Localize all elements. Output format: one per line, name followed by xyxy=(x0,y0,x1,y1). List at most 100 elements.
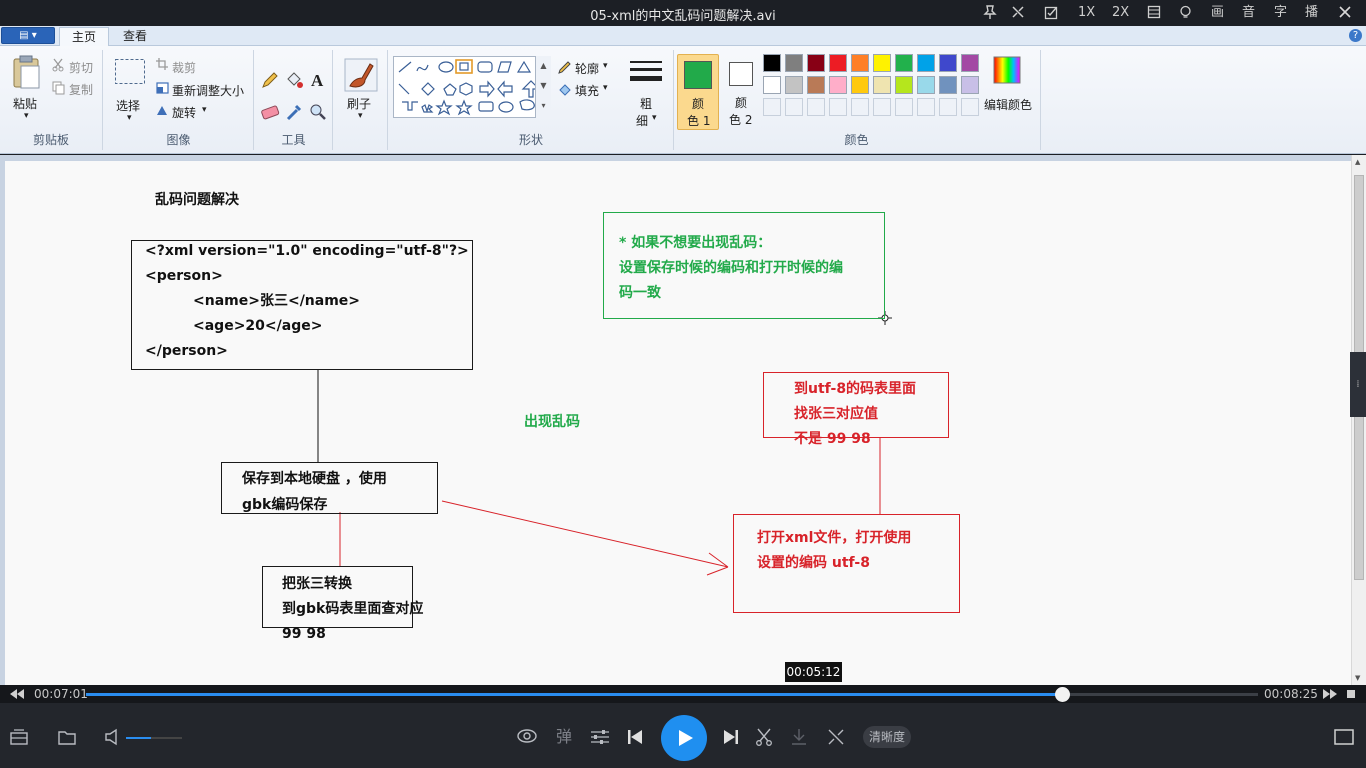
palette-color-swatch[interactable] xyxy=(917,76,935,94)
palette-color-swatch[interactable] xyxy=(851,54,869,72)
seek-handle[interactable] xyxy=(1054,687,1070,702)
custom-color-slot[interactable] xyxy=(829,98,847,116)
play-button[interactable] xyxy=(661,715,707,761)
custom-color-slot[interactable] xyxy=(917,98,935,116)
open-folder-icon[interactable] xyxy=(58,729,76,745)
brushes-button[interactable]: 刷子 xyxy=(347,95,371,112)
palette-color-swatch[interactable] xyxy=(873,76,891,94)
file-menu-button[interactable]: ▤ ▾ xyxy=(1,27,55,44)
checklist-icon[interactable] xyxy=(1044,5,1059,20)
shapes-gallery-icons[interactable] xyxy=(394,57,552,119)
custom-color-slot[interactable] xyxy=(873,98,891,116)
picture-button[interactable]: 画 xyxy=(1211,4,1224,21)
playback-button[interactable]: 播 xyxy=(1305,4,1318,21)
palette-color-swatch[interactable] xyxy=(763,54,781,72)
subtitle-button[interactable]: 字 xyxy=(1274,4,1287,21)
copy-button[interactable]: 复制 xyxy=(69,81,93,98)
edit-colors-button[interactable]: 编辑颜色 xyxy=(984,96,1032,113)
select-icon[interactable] xyxy=(114,58,146,86)
palette-color-swatch[interactable] xyxy=(961,76,979,94)
palette-color-swatch[interactable] xyxy=(917,54,935,72)
outline-button[interactable]: 轮廓 xyxy=(575,60,599,77)
next-icon[interactable] xyxy=(723,729,739,745)
clarity-button[interactable]: 清晰度 xyxy=(863,726,911,748)
volume-icon[interactable] xyxy=(104,728,122,746)
download-icon[interactable] xyxy=(791,728,807,746)
size-dropdown-icon[interactable]: ▾ xyxy=(652,113,657,123)
previous-icon[interactable] xyxy=(627,729,643,745)
custom-color-slot[interactable] xyxy=(939,98,957,116)
custom-color-slot[interactable] xyxy=(807,98,825,116)
eraser-icon[interactable] xyxy=(260,102,280,122)
speed-1x-button[interactable]: 1X xyxy=(1078,4,1095,21)
scroll-up-icon[interactable]: ▲ xyxy=(1355,158,1360,166)
compress-icon[interactable] xyxy=(827,728,845,746)
close-icon[interactable] xyxy=(1339,6,1351,18)
minimize-shrink-icon[interactable] xyxy=(1011,5,1025,19)
equalizer-icon[interactable] xyxy=(590,728,610,746)
brushes-dropdown-icon[interactable]: ▾ xyxy=(358,111,363,121)
paste-button[interactable]: 粘贴 xyxy=(13,95,37,112)
palette-color-swatch[interactable] xyxy=(939,76,957,94)
crop-button[interactable]: 裁剪 xyxy=(172,59,196,76)
pencil-icon[interactable] xyxy=(260,70,280,90)
audio-button[interactable]: 音 xyxy=(1242,4,1255,21)
rewind-icon[interactable] xyxy=(10,689,24,699)
scroll-down-icon[interactable]: ▼ xyxy=(1355,674,1360,682)
speed-2x-button[interactable]: 2X xyxy=(1112,4,1129,21)
playlist-icon[interactable] xyxy=(10,729,28,745)
seek-bar[interactable] xyxy=(86,687,1258,702)
pin-icon[interactable] xyxy=(983,5,997,20)
rotate-dropdown-icon[interactable]: ▾ xyxy=(202,105,207,115)
help-icon[interactable]: ? xyxy=(1349,29,1362,42)
text-tool-icon[interactable]: A xyxy=(308,70,328,90)
tab-home[interactable]: 主页 xyxy=(59,27,110,46)
shapes-scroll-buttons[interactable]: ▲ ▼ ▾ xyxy=(535,56,551,118)
paste-dropdown-icon[interactable]: ▾ xyxy=(24,111,29,121)
cut-button[interactable]: 剪切 xyxy=(69,59,93,76)
fast-forward-icon[interactable] xyxy=(1323,689,1337,699)
size-label-top[interactable]: 粗 xyxy=(640,95,652,112)
size-label-bottom[interactable]: 细 xyxy=(636,112,648,129)
custom-color-slot[interactable] xyxy=(851,98,869,116)
eye-protect-icon[interactable] xyxy=(516,727,538,745)
palette-color-swatch[interactable] xyxy=(939,54,957,72)
scissors-cut-icon[interactable] xyxy=(755,728,773,746)
outline-dropdown-icon[interactable]: ▾ xyxy=(603,61,608,71)
color-picker-icon[interactable] xyxy=(284,102,304,122)
fullscreen-icon[interactable] xyxy=(1334,729,1354,745)
select-dropdown-icon[interactable]: ▾ xyxy=(127,113,132,123)
palette-color-swatch[interactable] xyxy=(785,76,803,94)
vertical-scrollbar[interactable]: ▲ ▼ xyxy=(1351,155,1366,685)
bulb-icon[interactable] xyxy=(1179,5,1192,20)
color1-selector[interactable]: 颜 色 1 xyxy=(677,54,719,130)
palette-color-swatch[interactable] xyxy=(895,54,913,72)
stop-icon[interactable] xyxy=(1347,690,1355,698)
palette-color-swatch[interactable] xyxy=(829,76,847,94)
resize-button[interactable]: 重新调整大小 xyxy=(172,82,244,99)
palette-color-swatch[interactable] xyxy=(807,54,825,72)
select-button[interactable]: 选择 xyxy=(116,97,140,114)
custom-color-slot[interactable] xyxy=(895,98,913,116)
brush-icon[interactable] xyxy=(344,58,378,92)
palette-color-swatch[interactable] xyxy=(851,76,869,94)
rotate-button[interactable]: 旋转 xyxy=(172,104,196,121)
volume-slider[interactable] xyxy=(126,737,182,739)
color2-selector[interactable]: 颜 色 2 xyxy=(723,54,765,130)
fill-button[interactable]: 填充 xyxy=(575,82,599,99)
edit-colors-icon[interactable] xyxy=(993,56,1021,84)
palette-color-swatch[interactable] xyxy=(807,76,825,94)
magnifier-icon[interactable] xyxy=(308,102,328,122)
line-size-icon[interactable] xyxy=(629,60,663,84)
tab-view[interactable]: 查看 xyxy=(111,27,159,46)
drawing-canvas[interactable]: 乱码问题解决 <?xml version="1.0" encoding="utf… xyxy=(5,161,1351,685)
palette-color-swatch[interactable] xyxy=(961,54,979,72)
custom-color-slot[interactable] xyxy=(785,98,803,116)
paste-icon[interactable] xyxy=(11,54,43,90)
layout-icon[interactable] xyxy=(1147,5,1161,19)
palette-color-swatch[interactable] xyxy=(873,54,891,72)
palette-color-swatch[interactable] xyxy=(785,54,803,72)
palette-color-swatch[interactable] xyxy=(829,54,847,72)
custom-color-slot[interactable] xyxy=(961,98,979,116)
danmaku-button[interactable]: 弹 xyxy=(556,727,572,747)
